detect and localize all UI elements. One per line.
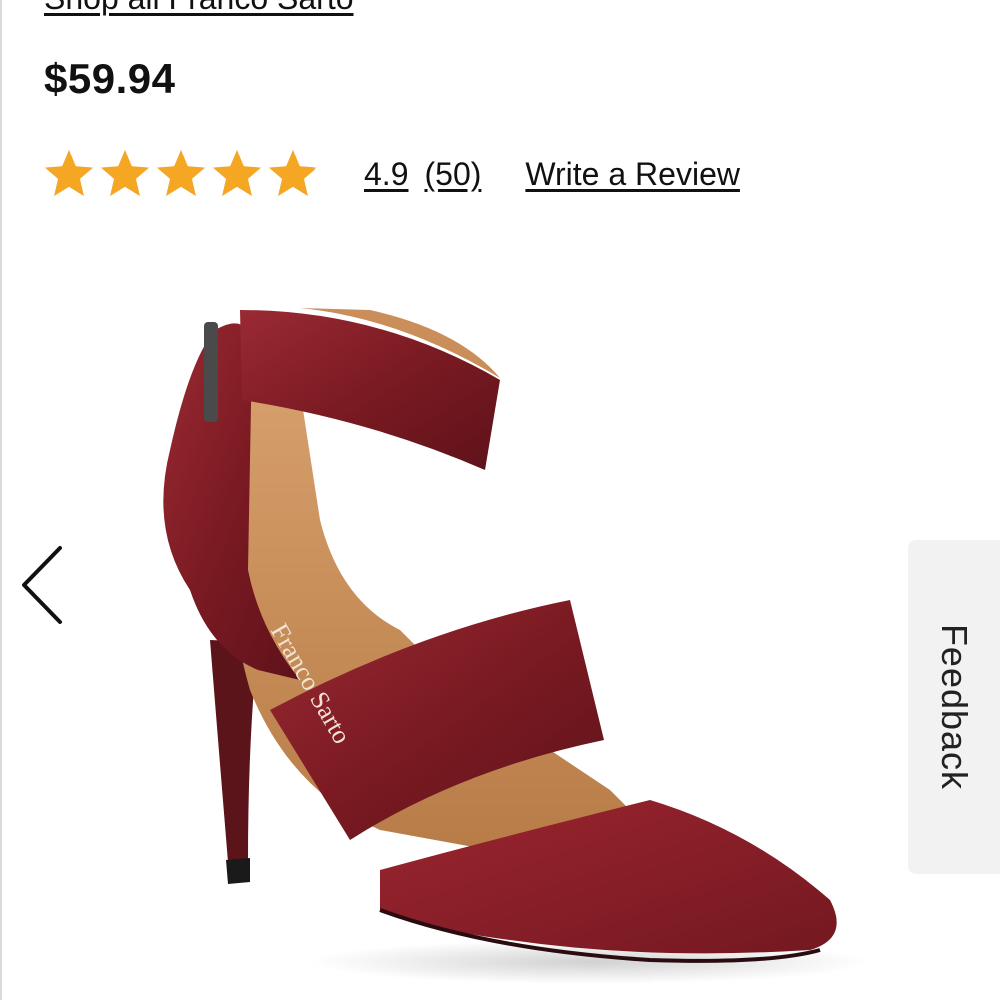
feedback-tab[interactable]: Feedback: [908, 540, 1000, 874]
product-price: $59.94: [44, 55, 176, 102]
star-icon: [101, 150, 149, 196]
star-icon: [157, 150, 205, 196]
star-rating: [42, 147, 320, 201]
star-icon: [269, 150, 317, 196]
product-image-carousel: Franco Sarto Feedback: [0, 240, 1000, 1000]
shop-all-brand-link[interactable]: Shop all Franco Sarto: [44, 0, 354, 18]
feedback-label: Feedback: [934, 623, 976, 791]
product-image[interactable]: Franco Sarto: [130, 270, 890, 1000]
back-zipper: [204, 322, 218, 422]
review-count-link[interactable]: (50): [424, 154, 481, 194]
product-page: Shop all Franco Sarto $59.94 4.9 (50) Wr…: [0, 0, 1000, 1000]
star-icon: [45, 150, 93, 196]
rating-row: 4.9 (50) Write a Review: [42, 144, 740, 204]
star-icon: [213, 150, 261, 196]
heel-tip: [226, 858, 250, 884]
write-review-link[interactable]: Write a Review: [525, 154, 740, 194]
rating-value-link[interactable]: 4.9: [364, 154, 408, 194]
chevron-left-icon[interactable]: [14, 540, 74, 630]
